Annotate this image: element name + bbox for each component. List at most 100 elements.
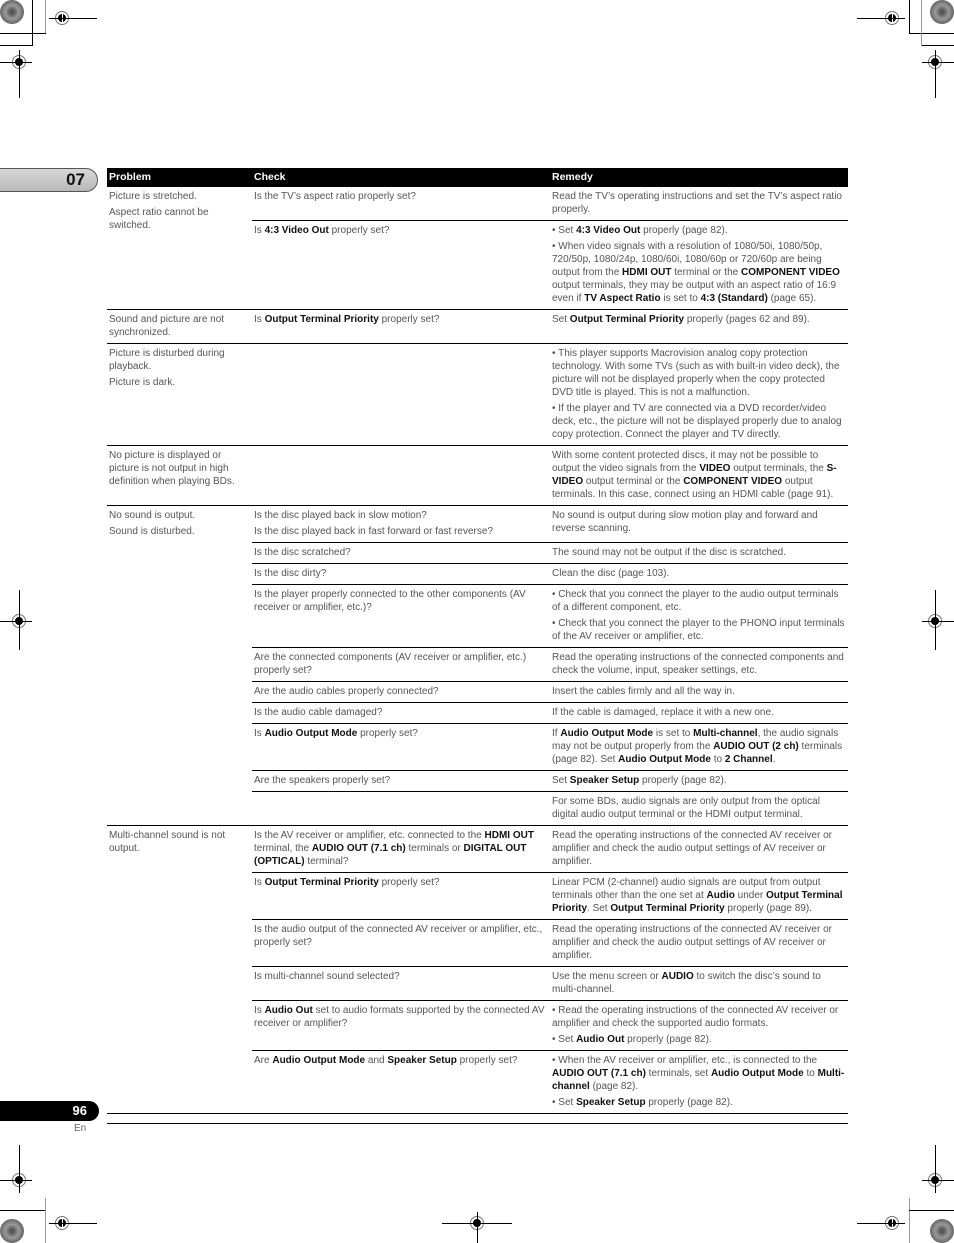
problem-text: Picture is dark. — [109, 377, 176, 388]
check-cell — [252, 343, 550, 446]
check-text: Is 4:3 Video Out properly set? — [254, 225, 390, 236]
check-cell: Is Output Terminal Priority properly set… — [252, 872, 550, 920]
problem-cell: No picture is displayed or picture is no… — [107, 445, 252, 506]
check-cell: Is the AV receiver or amplifier, etc. co… — [252, 825, 550, 873]
remedy-cell: For some BDs, audio signals are only out… — [550, 791, 848, 826]
check-text: Is the TV’s aspect ratio properly set? — [254, 191, 416, 202]
remedy-text: • When video signals with a resolution o… — [552, 241, 840, 304]
troubleshooting-table: Problem Check Remedy Picture is stretche… — [107, 168, 848, 1114]
remedy-text: With some content protected discs, it ma… — [552, 450, 837, 500]
check-cell: Is the audio cable damaged? — [252, 702, 550, 724]
remedy-text: • Check that you connect the player to t… — [552, 618, 845, 642]
remedy-cell: • This player supports Macrovision analo… — [550, 343, 848, 446]
remedy-text: • This player supports Macrovision analo… — [552, 348, 840, 398]
table-row: Picture is disturbed during playback. Pic… — [107, 343, 848, 446]
check-cell: Is Audio Out set to audio formats suppor… — [252, 1000, 550, 1051]
remedy-cell: Set Speaker Setup properly (page 82). — [550, 770, 848, 792]
remedy-text: Set Output Terminal Priority properly (p… — [552, 314, 810, 325]
manual-page: 07 Problem Check Remedy Picture is stret… — [0, 0, 954, 1243]
check-cell: Is the disc scratched? — [252, 542, 550, 564]
remedy-text: Set Speaker Setup properly (page 82). — [552, 775, 727, 786]
remedy-cell: If the cable is damaged, replace it with… — [550, 702, 848, 724]
remedy-cell: Read the operating instructions of the c… — [550, 919, 848, 967]
check-cell: Is the disc dirty? — [252, 563, 550, 585]
problem-text: Picture is disturbed during playback. — [109, 348, 225, 372]
check-cell — [252, 791, 550, 826]
check-text: Is multi-channel sound selected? — [254, 971, 400, 982]
chapter-number: 07 — [66, 170, 85, 189]
remedy-text: For some BDs, audio signals are only out… — [552, 796, 820, 820]
remedy-cell: Use the menu screen or AUDIO to switch t… — [550, 966, 848, 1001]
check-cell: Are Audio Output Mode and Speaker Setup … — [252, 1050, 550, 1114]
check-cell: Are the connected components (AV receive… — [252, 647, 550, 682]
remedy-text: • Check that you connect the player to t… — [552, 589, 839, 613]
remedy-text: Read the TV’s operating instructions and… — [552, 191, 842, 215]
remedy-text: If the cable is damaged, replace it with… — [552, 707, 774, 718]
remedy-text: • If the player and TV are connected via… — [552, 403, 842, 440]
remedy-cell: If Audio Output Mode is set to Multi-cha… — [550, 723, 848, 771]
chapter-tab: 07 — [0, 168, 98, 192]
remedy-cell: • Check that you connect the player to t… — [550, 584, 848, 648]
color-disc-icon — [930, 1219, 954, 1243]
remedy-cell: Insert the cables firmly and all the way… — [550, 681, 848, 703]
problem-text: Sound is disturbed. — [109, 526, 195, 537]
header-remedy: Remedy — [550, 168, 848, 187]
problem-text: Sound and picture are not synchronized. — [109, 314, 225, 338]
check-text: Is Output Terminal Priority properly set… — [254, 877, 440, 888]
check-text: Are the audio cables properly connected? — [254, 686, 439, 697]
problem-cell: No sound is output. Sound is disturbed. — [107, 505, 252, 826]
check-text: Is the audio output of the connected AV … — [254, 924, 543, 948]
check-cell: Are the speakers properly set? — [252, 770, 550, 792]
table-row: No picture is displayed or picture is no… — [107, 445, 848, 506]
remedy-text: Use the menu screen or AUDIO to switch t… — [552, 971, 821, 995]
remedy-cell: • Read the operating instructions of the… — [550, 1000, 848, 1051]
check-text: Is the disc played back in slow motion? — [254, 510, 427, 521]
table-header-row: Problem Check Remedy — [107, 168, 848, 187]
problem-text: No sound is output. — [109, 510, 196, 521]
problem-text: Picture is stretched. — [109, 191, 197, 202]
remedy-text: Linear PCM (2-channel) audio signals are… — [552, 877, 843, 914]
check-cell: Is Audio Output Mode properly set? — [252, 723, 550, 771]
check-text: Is Audio Out set to audio formats suppor… — [254, 1005, 545, 1029]
problem-text: Multi-channel sound is not output. — [109, 830, 226, 854]
remedy-text: Read the operating instructions of the c… — [552, 924, 832, 961]
check-cell: Is the player properly connected to the … — [252, 584, 550, 648]
table-row: Picture is stretched. Aspect ratio cannot… — [107, 187, 848, 310]
color-disc-icon — [0, 1219, 24, 1243]
footer-rule — [107, 1123, 848, 1124]
header-problem: Problem — [107, 168, 252, 187]
problem-text: Aspect ratio cannot be switched. — [109, 207, 209, 231]
problem-text: No picture is displayed or picture is no… — [109, 450, 235, 487]
remedy-text: • Set Speaker Setup properly (page 82). — [552, 1097, 733, 1108]
table-body: Picture is stretched. Aspect ratio cannot… — [107, 187, 848, 1114]
check-text: Is Output Terminal Priority properly set… — [254, 314, 440, 325]
remedy-cell: The sound may not be output if the disc … — [550, 542, 848, 564]
check-text: Is the disc dirty? — [254, 568, 327, 579]
check-cell: Are the audio cables properly connected? — [252, 681, 550, 703]
page-number-tab: 96 — [0, 1101, 99, 1121]
remedy-text: If Audio Output Mode is set to Multi-cha… — [552, 728, 843, 765]
remedy-text: • When the AV receiver or amplifier, etc… — [552, 1055, 845, 1092]
remedy-text: Insert the cables firmly and all the way… — [552, 686, 735, 697]
header-check: Check — [252, 168, 550, 187]
color-disc-icon — [0, 0, 24, 24]
table-row: Sound and picture are not synchronized. I… — [107, 309, 848, 344]
check-cell: Is multi-channel sound selected? — [252, 966, 550, 1001]
remedy-text: Read the operating instructions of the c… — [552, 830, 832, 867]
remedy-cell: No sound is output during slow motion pl… — [550, 505, 848, 543]
check-cell: Is the TV’s aspect ratio properly set? — [252, 187, 550, 221]
remedy-text: Read the operating instructions of the c… — [552, 652, 844, 676]
remedy-cell: Linear PCM (2-channel) audio signals are… — [550, 872, 848, 920]
check-text: Is Audio Output Mode properly set? — [254, 728, 418, 739]
check-text: Are the connected components (AV receive… — [254, 652, 527, 676]
check-text: Are Audio Output Mode and Speaker Setup … — [254, 1055, 518, 1066]
problem-cell: Multi-channel sound is not output. — [107, 825, 252, 1114]
check-text: Is the disc scratched? — [254, 547, 351, 558]
remedy-cell: • Set 4:3 Video Out properly (page 82). •… — [550, 220, 848, 310]
check-text: Are the speakers properly set? — [254, 775, 391, 786]
remedy-text: The sound may not be output if the disc … — [552, 547, 787, 558]
check-cell: Is the disc played back in slow motion? I… — [252, 505, 550, 543]
check-text: Is the disc played back in fast forward … — [254, 526, 493, 537]
remedy-cell: Clean the disc (page 103). — [550, 563, 848, 585]
remedy-text: • Read the operating instructions of the… — [552, 1005, 839, 1029]
